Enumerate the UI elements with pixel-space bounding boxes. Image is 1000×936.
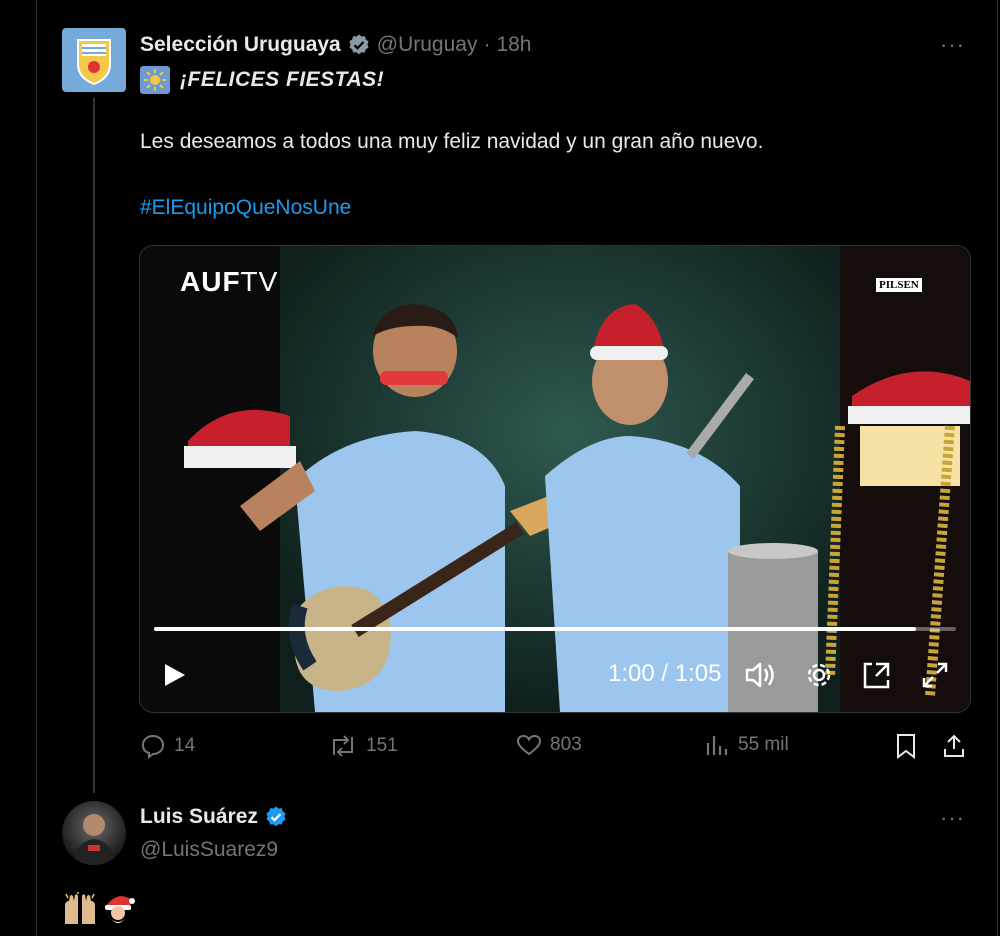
sponsor-logo: PILSEN — [876, 278, 922, 292]
auf-crest-icon — [77, 39, 111, 86]
greeting-text: ¡FELICES FIESTAS! — [180, 68, 385, 91]
views-icon — [706, 736, 728, 755]
sun-of-may-icon — [140, 66, 170, 94]
reply-header: Luis Suárez — [140, 805, 288, 829]
repost-count: 151 — [366, 735, 398, 756]
fullscreen-button[interactable] — [920, 660, 950, 695]
reply-author-name[interactable]: Luis Suárez — [140, 805, 258, 829]
video-time: 1:00 / 1:05 — [608, 660, 722, 687]
auftv-logo-main: AUF — [180, 266, 241, 297]
tweet-actions: 14 151 803 55 mil — [138, 733, 970, 765]
gear-icon — [807, 663, 831, 687]
verified-badge-icon — [347, 33, 371, 57]
reply-more-options-button[interactable]: ··· — [940, 805, 965, 831]
author-name[interactable]: Selección Uruguaya — [140, 33, 341, 57]
timeline-right-border — [997, 0, 998, 936]
tweet-timestamp[interactable]: 18h — [496, 33, 531, 57]
author-avatar[interactable] — [62, 28, 126, 92]
reply-count: 14 — [174, 735, 196, 756]
auftv-logo: AUFTV — [180, 266, 278, 298]
more-options-button[interactable]: ··· — [940, 32, 965, 58]
tweet-body: Les deseamos a todos una muy feliz navid… — [140, 130, 764, 153]
video-progress-fill — [154, 627, 916, 631]
expand-icon — [922, 662, 948, 688]
views-button[interactable]: 55 mil — [704, 733, 789, 757]
separator-dot: · — [483, 33, 491, 56]
thread-connector-line — [93, 98, 95, 793]
verified-badge-icon — [264, 805, 288, 829]
picture-in-picture-button[interactable] — [862, 660, 892, 695]
volume-icon — [745, 662, 774, 688]
like-button[interactable]: 803 — [516, 733, 582, 757]
video-frame — [140, 246, 970, 712]
santa-claus-icon — [105, 896, 135, 923]
video-player[interactable]: AUFTV PILSEN 1:00 / 1:05 — [139, 245, 971, 713]
settings-button[interactable] — [804, 660, 834, 695]
raising-hands-icon — [65, 892, 95, 924]
reply-icon — [141, 734, 165, 759]
hashtag-link[interactable]: #ElEquipoQueNosUne — [140, 196, 351, 220]
share-icon — [944, 734, 964, 757]
repost-icon — [333, 735, 353, 757]
play-button[interactable] — [160, 661, 188, 694]
tweet-header: Selección Uruguaya @Uruguay · 18h — [140, 30, 532, 60]
views-count: 55 mil — [738, 734, 789, 755]
reply-button[interactable]: 14 — [140, 733, 195, 759]
share-button[interactable] — [942, 733, 966, 759]
author-handle[interactable]: @Uruguay — [377, 33, 478, 57]
pip-icon — [863, 662, 890, 689]
reply-author-avatar[interactable] — [62, 801, 126, 865]
auftv-logo-suffix: TV — [240, 266, 279, 297]
reply-author-handle[interactable]: @LuisSuarez9 — [140, 838, 278, 862]
reply-body — [62, 892, 136, 926]
play-icon — [165, 664, 185, 686]
volume-button[interactable] — [744, 660, 778, 695]
video-progress-bar[interactable] — [154, 627, 956, 631]
greeting-line: ¡FELICES FIESTAS! — [140, 66, 384, 94]
heart-icon — [516, 734, 542, 756]
timeline-left-border — [36, 0, 37, 936]
repost-button[interactable]: 151 — [328, 733, 398, 759]
player-photo — [72, 814, 116, 865]
bookmark-button[interactable] — [894, 733, 918, 759]
bookmark-icon — [897, 734, 915, 759]
like-count: 803 — [550, 734, 582, 755]
